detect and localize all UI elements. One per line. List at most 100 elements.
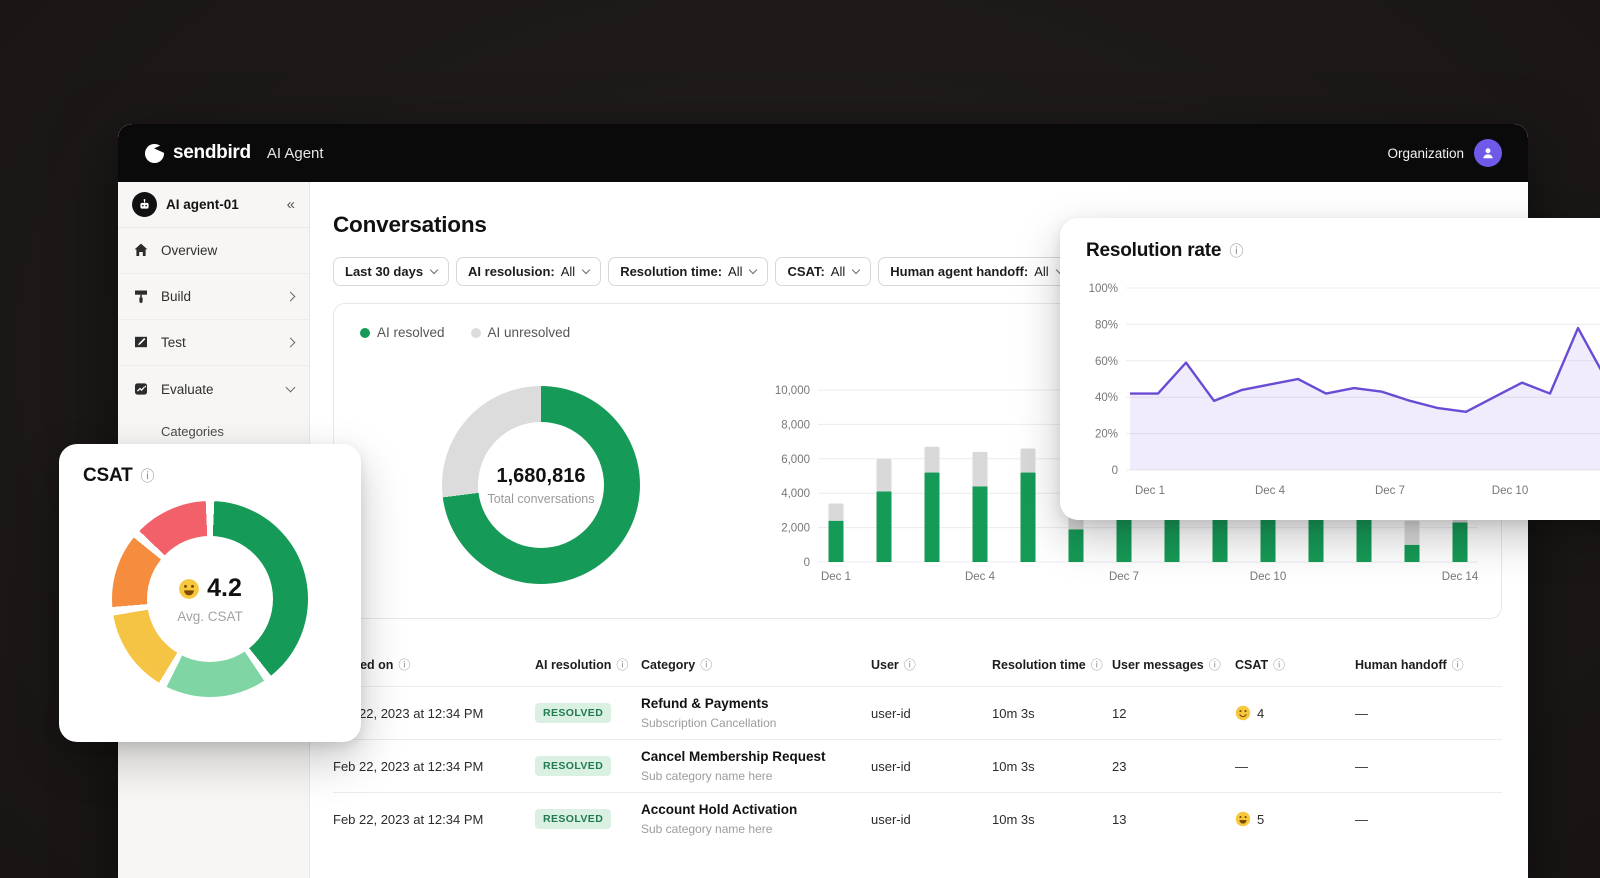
agent-selector[interactable]: AI agent-01 « [118,182,309,228]
product-name: AI Agent [267,145,324,162]
csat-card: CSAT ⓘ 4.2 Avg. CSAT [59,444,361,742]
resolution-rate-title: Resolution rate [1086,240,1221,262]
info-icon[interactable]: ⓘ [1452,656,1464,673]
filter-label: AI resolusion: [468,264,555,279]
info-icon[interactable]: ⓘ [700,656,712,673]
filter-label: CSAT: [787,264,824,279]
cell-subcategory: Sub category name here [641,769,871,783]
chevron-down-icon [430,266,438,274]
cell-human-handoff: — [1355,759,1502,774]
column-header-label: User messages [1112,658,1204,672]
cell-resolution-time: 10m 3s [992,759,1112,774]
user-avatar[interactable] [1474,139,1502,167]
info-icon[interactable]: ⓘ [1209,656,1221,673]
legend-ai-resolved[interactable]: AI resolved [360,325,445,340]
csat-info-icon[interactable]: ⓘ [141,466,155,486]
csat-emoji-icon [1235,705,1251,721]
table-row[interactable]: Feb 22, 2023 at 12:34 PMRESOLVEDCancel M… [333,739,1502,792]
filter-value: All [831,264,845,279]
info-icon[interactable]: ⓘ [1273,656,1285,673]
filter-last-30-days[interactable]: Last 30 days [333,257,449,286]
column-header-label: Category [641,658,695,672]
svg-text:0: 0 [804,557,810,569]
cell-resolution-time: 10m 3s [992,706,1112,721]
cell-category: Refund & Payments [641,696,871,711]
stage: sendbird AI Agent Organization [0,0,1600,878]
cell-category: Account Hold Activation [641,802,871,817]
column-header-label: Human handoff [1355,658,1447,672]
column-header-user: User ⓘ [871,656,992,673]
csat-smiley-icon [178,578,200,600]
svg-text:Dec 7: Dec 7 [1109,571,1139,583]
svg-text:40%: 40% [1095,392,1118,404]
csat-emoji-icon [1235,811,1251,827]
svg-text:0: 0 [1112,465,1118,477]
table-row[interactable]: Feb 22, 2023 at 12:34 PMRESOLVEDAccount … [333,792,1502,845]
filter-label: Resolution time: [620,264,722,279]
csat-donut: 4.2 Avg. CSAT [112,501,308,697]
sidebar-item-evaluate[interactable]: Evaluate [118,366,309,412]
agent-robot-icon [132,192,157,217]
cell-category: Cancel Membership Request [641,749,871,764]
resolution-rate-card: Resolution rate ⓘ 100%80%60%40%20%0Dec 1… [1060,218,1600,520]
filter-label: Human agent handoff: [890,264,1028,279]
sidebar-item-build[interactable]: Build [118,274,309,320]
cell-csat: — [1235,759,1355,774]
build-icon [133,288,150,305]
csat-average-value: 4.2 [207,574,242,603]
column-header-label: CSAT [1235,658,1268,672]
chevron-down-icon [286,383,296,393]
svg-text:Dec 7: Dec 7 [1375,485,1405,497]
filter-csat[interactable]: CSAT: All [775,257,871,286]
legend-label: AI unresolved [488,325,571,340]
column-header-ai-resolution: AI resolutionⓘ [535,656,641,673]
column-header-label: User [871,658,899,672]
sidebar-item-overview[interactable]: Overview [118,228,309,274]
svg-text:4,000: 4,000 [781,488,810,500]
chevron-right-icon [286,338,296,348]
conversations-table: Closed onⓘAI resolutionⓘCategory ⓘ User ⓘ Re… [333,656,1502,845]
home-icon [133,242,150,259]
cell-closed-on: Feb 22, 2023 at 12:34 PM [333,706,535,721]
column-header-closed-on: Closed onⓘ [333,656,535,673]
top-navbar: sendbird AI Agent Organization [118,124,1528,182]
table-row[interactable]: Feb 22, 2023 at 12:34 PMRESOLVEDRefund &… [333,686,1502,739]
resolution-rate-info-icon[interactable]: ⓘ [1229,241,1243,261]
svg-text:6,000: 6,000 [781,454,810,466]
sidebar-item-label: Build [161,289,191,304]
filter-value: All [728,264,742,279]
legend-dot-icon [471,328,481,338]
filter-human-agent-handoff[interactable]: Human agent handoff: All [878,257,1074,286]
agent-name: AI agent-01 [166,197,239,212]
legend-ai-unresolved[interactable]: AI unresolved [471,325,571,340]
info-icon[interactable]: ⓘ [1091,656,1103,673]
table-body: Feb 22, 2023 at 12:34 PMRESOLVEDRefund &… [333,686,1502,845]
info-icon[interactable]: ⓘ [616,656,628,673]
organization-label[interactable]: Organization [1387,146,1464,161]
legend-dot-icon [360,328,370,338]
svg-text:Dec 4: Dec 4 [965,571,996,583]
filter-value: All [561,264,575,279]
brand: sendbird AI Agent [144,142,324,164]
svg-text:Dec 1: Dec 1 [821,571,851,583]
svg-text:80%: 80% [1095,319,1118,331]
cell-user: user-id [871,706,992,721]
filter-ai-resolusion[interactable]: AI resolusion: All [456,257,601,286]
csat-card-title: CSAT [83,465,133,487]
sidebar-item-test[interactable]: Test [118,320,309,366]
cell-csat: 5 [1257,812,1264,827]
column-header-human-handoff: Human handoff ⓘ [1355,656,1502,673]
info-icon[interactable]: ⓘ [398,656,410,673]
sidebar-item-label: Evaluate [161,382,214,397]
filter-resolution-time[interactable]: Resolution time: All [608,257,768,286]
chevron-right-icon [286,292,296,302]
cell-csat: 4 [1257,706,1264,721]
filter-value: All [1034,264,1048,279]
svg-text:Dec 1: Dec 1 [1135,485,1165,497]
sidebar-item-label: Test [161,335,186,350]
info-icon[interactable]: ⓘ [904,656,916,673]
sidebar-collapse-icon[interactable]: « [287,196,295,213]
cell-subcategory: Sub category name here [641,822,871,836]
svg-text:60%: 60% [1095,356,1118,368]
cell-closed-on: Feb 22, 2023 at 12:34 PM [333,812,535,827]
